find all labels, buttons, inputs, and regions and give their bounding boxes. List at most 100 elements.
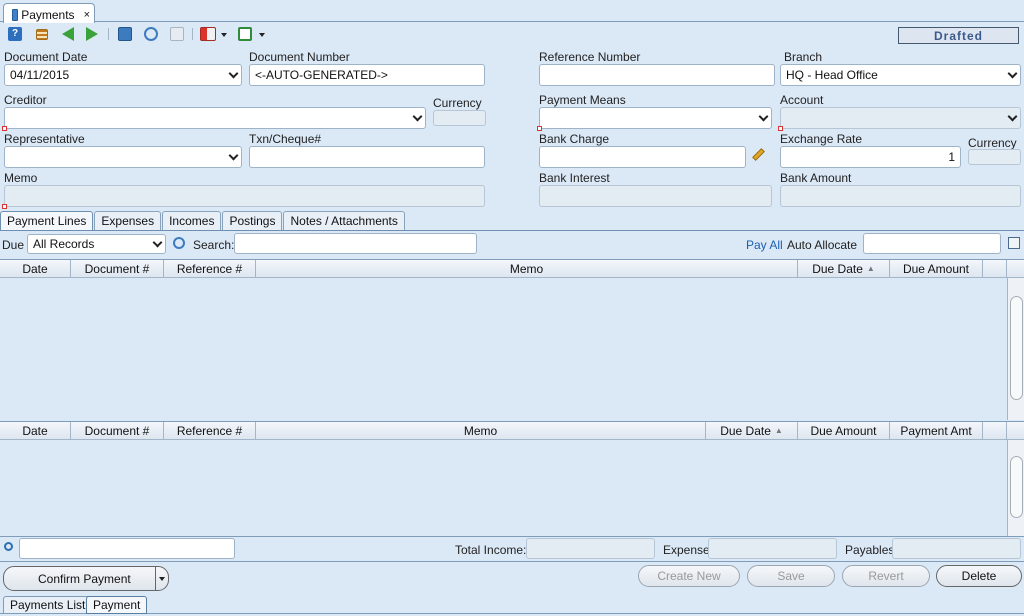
column-header-date[interactable]: Date bbox=[0, 422, 71, 440]
column-header-memo[interactable]: Memo bbox=[256, 260, 798, 278]
scrollbar-thumb[interactable] bbox=[1010, 456, 1023, 518]
bank-amount-field[interactable] bbox=[780, 185, 1021, 207]
search-input[interactable] bbox=[234, 233, 477, 254]
exchange-rate-label: Exchange Rate bbox=[780, 132, 863, 146]
chevron-down-icon[interactable] bbox=[758, 111, 769, 122]
quick-search-input[interactable] bbox=[19, 538, 235, 559]
column-header-payment-amt[interactable]: Payment Amt bbox=[890, 422, 983, 440]
column-header-memo[interactable]: Memo bbox=[256, 422, 706, 440]
column-chooser-icon[interactable] bbox=[1007, 422, 1024, 440]
due-filter-value: All Records bbox=[33, 237, 95, 251]
save-button[interactable]: Save bbox=[747, 565, 835, 587]
chevron-down-icon[interactable] bbox=[259, 33, 265, 37]
column-header-reference[interactable]: Reference # bbox=[164, 422, 256, 440]
currency-field bbox=[968, 149, 1021, 165]
column-filler bbox=[983, 422, 1007, 440]
tab-expenses[interactable]: Expenses bbox=[94, 211, 162, 230]
tab-notes-attachments[interactable]: Notes / Attachments bbox=[283, 211, 405, 230]
representative-select[interactable] bbox=[4, 146, 242, 168]
chevron-down-icon[interactable] bbox=[159, 577, 165, 581]
column-header-due-amount[interactable]: Due Amount bbox=[798, 422, 890, 440]
bank-amount-label: Bank Amount bbox=[780, 171, 852, 185]
save-disk-icon[interactable] bbox=[118, 27, 132, 41]
excel-icon[interactable] bbox=[238, 27, 252, 41]
vertical-scrollbar[interactable] bbox=[1007, 278, 1024, 420]
document-number-field[interactable]: <-AUTO-GENERATED-> bbox=[249, 64, 485, 86]
auto-allocate-label: Auto Allocate bbox=[787, 238, 858, 252]
due-label: Due bbox=[2, 238, 25, 252]
next-icon[interactable] bbox=[86, 27, 98, 41]
tab-payment[interactable]: Payment bbox=[86, 596, 148, 614]
memo-field[interactable] bbox=[4, 185, 485, 207]
refresh-icon[interactable] bbox=[173, 237, 185, 249]
chevron-down-icon[interactable] bbox=[1007, 111, 1018, 122]
branch-select[interactable]: HQ - Head Office bbox=[780, 64, 1021, 86]
tab-payments[interactable]: Payments × bbox=[3, 3, 95, 23]
magnifier-icon[interactable] bbox=[4, 542, 13, 551]
delete-button[interactable]: Delete bbox=[936, 565, 1022, 587]
column-header-due-date[interactable]: Due Date ▲ bbox=[706, 422, 798, 440]
column-header-reference[interactable]: Reference # bbox=[164, 260, 256, 278]
confirm-payment-button[interactable]: Confirm Payment bbox=[3, 566, 169, 591]
close-icon[interactable]: × bbox=[84, 9, 90, 21]
status-badge: Drafted bbox=[898, 27, 1019, 44]
due-filter-select[interactable]: All Records bbox=[27, 234, 166, 254]
chevron-down-icon[interactable] bbox=[1007, 68, 1018, 79]
account-select[interactable] bbox=[780, 107, 1021, 129]
bank-interest-label: Bank Interest bbox=[539, 171, 610, 185]
bank-charge-label: Bank Charge bbox=[539, 132, 610, 146]
revert-button[interactable]: Revert bbox=[842, 565, 930, 587]
report-icon[interactable] bbox=[200, 27, 216, 41]
chevron-down-icon[interactable] bbox=[228, 68, 239, 79]
required-marker bbox=[2, 204, 7, 209]
pencil-icon[interactable] bbox=[752, 148, 765, 161]
refresh-icon[interactable] bbox=[144, 27, 158, 41]
column-header-document[interactable]: Document # bbox=[71, 422, 164, 440]
chevron-down-icon[interactable] bbox=[221, 33, 227, 37]
calculator-icon[interactable] bbox=[1008, 237, 1020, 249]
sort-ascending-icon: ▲ bbox=[866, 264, 875, 273]
txn-cheque-field[interactable] bbox=[249, 146, 485, 168]
chevron-down-icon[interactable] bbox=[228, 150, 239, 161]
column-header-date[interactable]: Date bbox=[0, 260, 71, 278]
previous-icon[interactable] bbox=[62, 27, 74, 41]
bank-charge-field[interactable] bbox=[539, 146, 746, 168]
create-new-button[interactable]: Create New bbox=[638, 565, 740, 587]
list-icon[interactable] bbox=[36, 29, 48, 40]
creditor-field[interactable] bbox=[4, 107, 426, 129]
bank-interest-field[interactable] bbox=[539, 185, 772, 207]
search-label: Search: bbox=[193, 238, 235, 252]
scrollbar-thumb[interactable] bbox=[1010, 296, 1023, 400]
grid-header: Date Document # Reference # Memo Due Dat… bbox=[0, 422, 1024, 440]
copy-icon[interactable] bbox=[170, 27, 184, 41]
reference-number-field[interactable] bbox=[539, 64, 775, 86]
vertical-scrollbar[interactable] bbox=[1007, 440, 1024, 536]
document-date-field[interactable]: 04/11/2015 bbox=[4, 64, 242, 86]
column-header-due-amount[interactable]: Due Amount bbox=[890, 260, 983, 278]
detail-tabs: Payment Lines Expenses Incomes Postings … bbox=[0, 211, 406, 231]
tab-incomes[interactable]: Incomes bbox=[162, 211, 222, 230]
chevron-down-icon[interactable] bbox=[412, 111, 423, 122]
currency-field bbox=[433, 110, 486, 126]
tab-payments-list[interactable]: Payments List bbox=[3, 596, 93, 614]
column-header-due-date[interactable]: Due Date ▲ bbox=[798, 260, 890, 278]
reference-number-label: Reference Number bbox=[539, 50, 641, 64]
action-bar bbox=[0, 561, 1024, 562]
chevron-down-icon[interactable] bbox=[152, 237, 163, 248]
payment-means-select[interactable] bbox=[539, 107, 772, 129]
tab-postings[interactable]: Postings bbox=[222, 211, 283, 230]
branch-value: HQ - Head Office bbox=[786, 68, 878, 82]
column-header-due-date-label: Due Date bbox=[812, 262, 863, 276]
required-marker bbox=[537, 126, 542, 131]
auto-allocate-field[interactable] bbox=[863, 233, 1001, 254]
representative-label: Representative bbox=[4, 132, 85, 146]
tab-payment-lines[interactable]: Payment Lines bbox=[0, 211, 94, 231]
total-income-field bbox=[526, 538, 655, 559]
exchange-rate-field[interactable]: 1 bbox=[780, 146, 961, 168]
help-icon[interactable]: ? bbox=[8, 27, 22, 41]
column-header-document[interactable]: Document # bbox=[71, 260, 164, 278]
column-chooser-icon[interactable] bbox=[1007, 260, 1024, 278]
pay-all-link[interactable]: Pay All bbox=[746, 238, 783, 252]
tab-divider bbox=[0, 230, 1024, 231]
split-divider bbox=[155, 567, 156, 590]
